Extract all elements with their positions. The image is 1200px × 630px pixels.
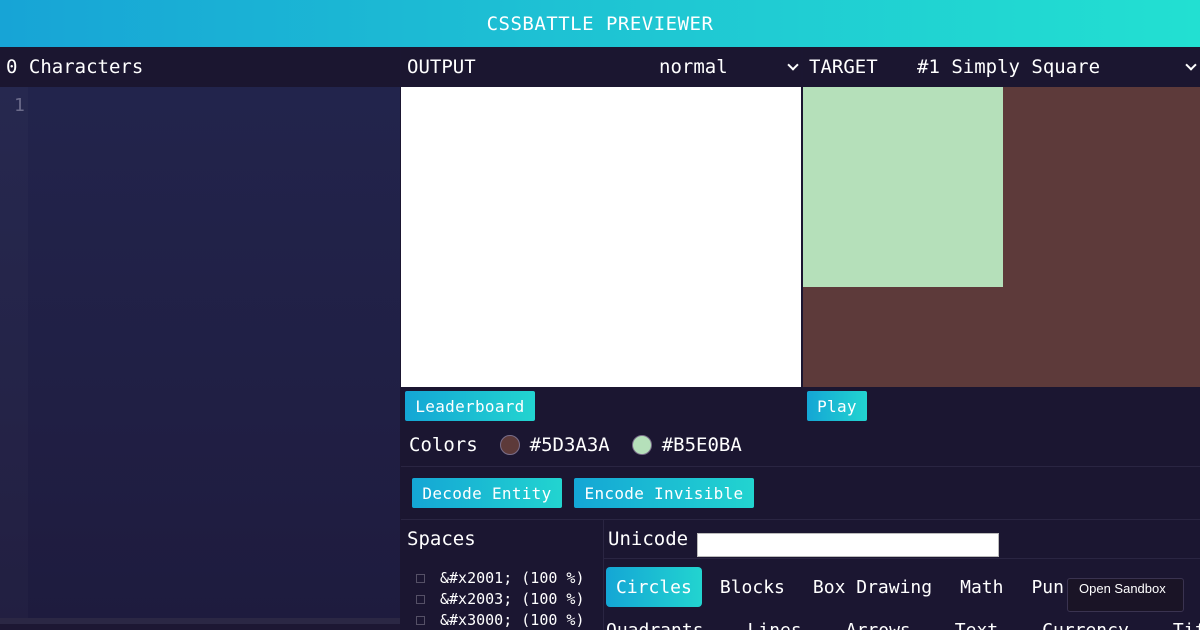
editor-scrollbar[interactable] bbox=[0, 618, 400, 624]
space-entity: &#x2003; (100 %) bbox=[440, 590, 585, 608]
unicode-search-input[interactable] bbox=[697, 533, 999, 557]
space-glyph-box bbox=[416, 595, 425, 604]
target-preview bbox=[803, 87, 1200, 387]
encode-invisible-button[interactable]: Encode Invisible bbox=[574, 478, 754, 508]
space-entity: &#x3000; (100 %) bbox=[440, 611, 585, 629]
target-header: TARGET #1 Simply Square bbox=[803, 47, 1200, 87]
target-label: TARGET bbox=[809, 56, 878, 78]
app-header: CSSBATTLE PREVIEWER bbox=[0, 0, 1200, 47]
divider bbox=[401, 519, 1200, 520]
colors-label: Colors bbox=[409, 433, 478, 456]
output-mode-select[interactable]: normal bbox=[659, 56, 799, 78]
output-header: OUTPUT normal bbox=[401, 47, 801, 87]
tab-currency[interactable]: Currency bbox=[1042, 620, 1129, 630]
unicode-label: Unicode bbox=[608, 528, 689, 550]
target-square bbox=[803, 87, 1003, 287]
play-button[interactable]: Play bbox=[807, 391, 867, 421]
tab-lines[interactable]: Lines bbox=[748, 620, 802, 630]
space-entity: &#x2001; (100 %) bbox=[440, 569, 585, 587]
colors-row: Colors #5D3A3A #B5E0BA bbox=[401, 423, 1200, 467]
spaces-label: Spaces bbox=[407, 528, 476, 550]
list-item[interactable]: &#x2003; (100 %) bbox=[416, 589, 585, 610]
tab-box-drawing[interactable]: Box Drawing bbox=[803, 567, 942, 607]
spaces-list: &#x2001; (100 %) &#x2003; (100 %) &#x300… bbox=[416, 568, 585, 630]
open-sandbox-button[interactable]: Open Sandbox bbox=[1067, 578, 1184, 612]
output-preview[interactable] bbox=[401, 87, 801, 387]
tab-blocks[interactable]: Blocks bbox=[710, 567, 795, 607]
code-editor-panel: 0 Characters 1 bbox=[0, 47, 400, 630]
character-count: 0 Characters bbox=[6, 56, 144, 78]
editor-header: 0 Characters bbox=[0, 47, 400, 87]
tab-math[interactable]: Math bbox=[950, 567, 1013, 607]
tab-quadrants[interactable]: Quadrants bbox=[606, 620, 704, 630]
color-hex[interactable]: #B5E0BA bbox=[662, 434, 742, 456]
code-editor[interactable]: 1 bbox=[0, 87, 400, 624]
decode-entity-button[interactable]: Decode Entity bbox=[412, 478, 562, 508]
tab-tifinagh[interactable]: Tifinagh bbox=[1173, 620, 1200, 630]
color-hex[interactable]: #5D3A3A bbox=[530, 434, 610, 456]
color-swatch[interactable] bbox=[499, 434, 520, 455]
line-gutter bbox=[0, 87, 28, 624]
tab-text[interactable]: Text bbox=[955, 620, 998, 630]
list-item[interactable]: &#x3000; (100 %) bbox=[416, 610, 585, 630]
unicode-category-tabs-row2: Quadrants Lines Arrows Text Currency Tif… bbox=[606, 620, 1200, 630]
divider bbox=[603, 558, 1200, 559]
chevron-down-icon bbox=[1185, 59, 1197, 71]
space-glyph-box bbox=[416, 574, 425, 583]
output-mode-value: normal bbox=[659, 56, 728, 78]
tab-arrows[interactable]: Arrows bbox=[846, 620, 911, 630]
leaderboard-button[interactable]: Leaderboard bbox=[405, 391, 535, 421]
list-item[interactable]: &#x2001; (100 %) bbox=[416, 568, 585, 589]
target-select[interactable]: #1 Simply Square bbox=[917, 56, 1197, 78]
color-swatch[interactable] bbox=[631, 434, 652, 455]
app-title: CSSBATTLE PREVIEWER bbox=[486, 12, 714, 35]
line-number: 1 bbox=[14, 95, 25, 116]
target-select-value: #1 Simply Square bbox=[917, 56, 1101, 78]
output-label: OUTPUT bbox=[407, 56, 476, 78]
divider bbox=[603, 520, 604, 630]
chevron-down-icon bbox=[787, 59, 799, 71]
unicode-category-tabs: Circles Blocks Box Drawing Math Pun bbox=[606, 567, 1082, 607]
tab-circles[interactable]: Circles bbox=[606, 567, 702, 607]
space-glyph-box bbox=[416, 616, 425, 625]
